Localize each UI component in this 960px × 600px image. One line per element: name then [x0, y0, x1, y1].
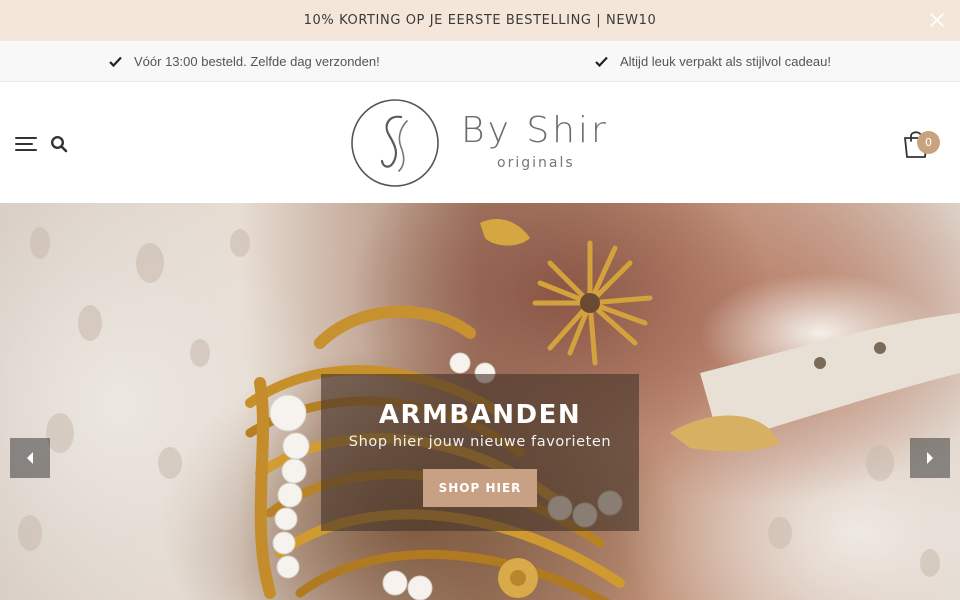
hamburger-menu-icon[interactable] — [15, 135, 37, 153]
announcement-text: 10% KORTING OP JE EERSTE BESTELLING | NE… — [303, 13, 657, 28]
check-icon — [109, 56, 122, 67]
hero-title: ARMBANDEN — [378, 400, 582, 430]
announcement-bar: 10% KORTING OP JE EERSTE BESTELLING | NE… — [0, 0, 960, 41]
check-icon — [595, 56, 608, 67]
usp-item-gift-wrapping: Altijd leuk verpakt als stijlvol cadeau! — [595, 41, 831, 82]
hero-caption-box: ARMBANDEN Shop hier jouw nieuwe favoriet… — [321, 374, 639, 531]
logo-tagline: originals — [497, 155, 575, 171]
cart-count-badge: 0 — [917, 131, 940, 154]
usp-text: Altijd leuk verpakt als stijlvol cadeau! — [620, 54, 831, 69]
logo-mark-icon — [351, 99, 439, 187]
search-icon[interactable] — [50, 135, 68, 153]
arrow-left-icon — [27, 452, 33, 464]
usp-item-same-day-shipping: Vóór 13:00 besteld. Zelfde dag verzonden… — [109, 41, 380, 82]
cart-button[interactable]: 0 — [903, 129, 943, 159]
site-header: By Shir originals 0 — [0, 82, 960, 203]
usp-bar: Vóór 13:00 besteld. Zelfde dag verzonden… — [0, 41, 960, 82]
shop-here-button[interactable]: SHOP HIER — [423, 469, 537, 507]
slider-next-button[interactable] — [910, 438, 950, 478]
arrow-right-icon — [927, 452, 933, 464]
usp-text: Vóór 13:00 besteld. Zelfde dag verzonden… — [134, 54, 380, 69]
hero-slider: ARMBANDEN Shop hier jouw nieuwe favoriet… — [0, 203, 960, 600]
logo-name: By Shir — [461, 110, 609, 151]
hero-subtitle: Shop hier jouw nieuwe favorieten — [348, 434, 612, 450]
slider-prev-button[interactable] — [10, 438, 50, 478]
site-logo[interactable]: By Shir originals — [349, 97, 611, 189]
close-icon[interactable] — [928, 11, 946, 29]
